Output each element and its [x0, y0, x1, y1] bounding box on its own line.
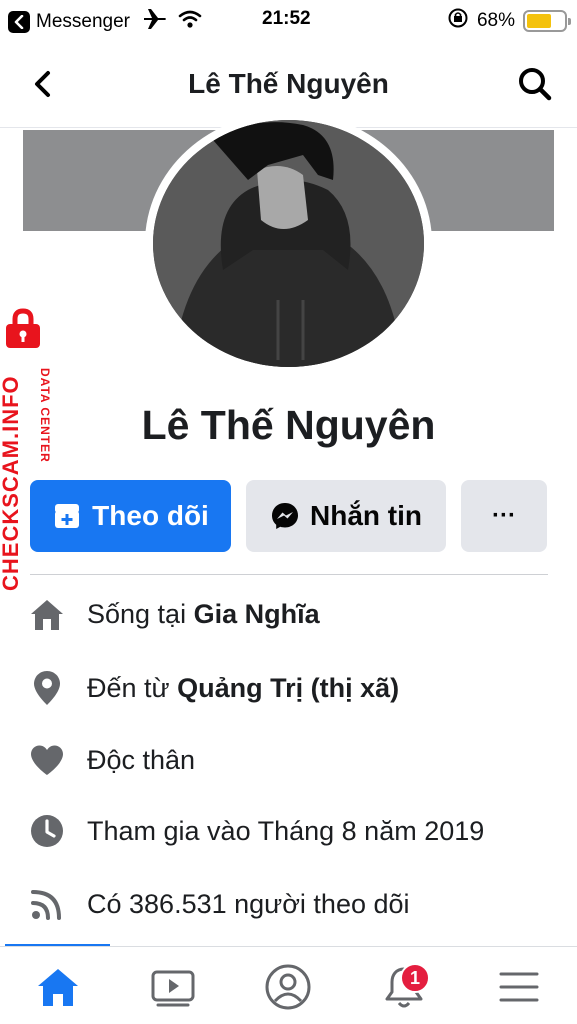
info-from-text: Đến từ Quảng Trị (thị xã) [87, 673, 399, 704]
info-joined: Tham gia vào Tháng 8 năm 2019 [28, 809, 568, 853]
watermark-main: CHECKSCAM.INFO [0, 375, 23, 591]
location-pin-icon [28, 669, 66, 707]
back-app-icon [8, 11, 30, 33]
video-tab-icon [151, 970, 195, 1007]
profile-name: Lê Thế Nguyên [141, 402, 436, 448]
avatar-illustration [153, 120, 424, 367]
divider [30, 574, 548, 575]
back-app-label: Messenger [36, 11, 130, 32]
more-icon: ··· [492, 502, 516, 529]
back-to-app[interactable]: Messenger [8, 8, 202, 36]
battery-level [527, 14, 552, 28]
follow-label: Theo dõi [92, 500, 209, 531]
info-followers: Có 386.531 người theo dõi [28, 882, 568, 926]
status-bar: Messenger 21:52 68% [0, 0, 577, 40]
info-relationship-text: Độc thân [87, 744, 196, 775]
messenger-icon [272, 503, 298, 529]
more-button[interactable]: ··· [461, 480, 547, 552]
info-lives-in: Sống tại Gia Nghĩa [28, 592, 568, 636]
from-prefix: Đến từ [87, 672, 178, 703]
follow-button[interactable]: Theo dõi [30, 480, 231, 552]
info-lives-in-text: Sống tại Gia Nghĩa [87, 599, 320, 630]
tab-bar: 1 [0, 946, 577, 1024]
tab-home[interactable] [28, 957, 88, 1017]
search-icon [519, 68, 552, 101]
notification-badge: 1 [400, 963, 430, 993]
home-icon [28, 595, 66, 633]
message-button[interactable]: Nhắn tin [246, 480, 446, 552]
lives-value: Gia Nghĩa [193, 598, 320, 629]
airplane-icon [142, 8, 168, 36]
lock-icon [6, 308, 40, 348]
heart-icon [28, 741, 66, 779]
home-tab-icon [38, 969, 78, 1006]
clock-icon [28, 812, 66, 850]
profile-tab-icon [265, 964, 311, 1010]
profile-picture[interactable] [153, 120, 424, 367]
battery-icon [523, 10, 571, 32]
info-relationship: Độc thân [28, 738, 568, 782]
wifi-icon [178, 10, 202, 34]
tab-watch[interactable] [143, 957, 203, 1017]
watermark: CHECKSCAM.INFO DATA CENTER [0, 308, 62, 598]
message-label: Nhắn tin [310, 500, 422, 531]
search-button[interactable] [515, 64, 555, 104]
status-right: 68% [447, 7, 571, 35]
battery-percent: 68% [476, 10, 515, 31]
tab-menu[interactable] [489, 957, 549, 1017]
rss-icon [28, 885, 66, 923]
menu-icon [499, 972, 539, 1002]
status-time: 21:52 [262, 8, 311, 29]
from-value: Quảng Trị (thị xã) [177, 672, 400, 703]
info-from: Đến từ Quảng Trị (thị xã) [28, 666, 568, 710]
watermark-sub: DATA CENTER [38, 368, 52, 463]
info-followers-text: Có 386.531 người theo dõi [87, 888, 410, 919]
rotation-lock-icon [447, 7, 469, 35]
tab-profile[interactable] [258, 957, 318, 1017]
tab-notifications[interactable]: 1 [374, 957, 434, 1017]
info-joined-text: Tham gia vào Tháng 8 năm 2019 [87, 815, 485, 846]
lives-prefix: Sống tại [87, 598, 194, 629]
page-title: Lê Thế Nguyên [188, 68, 389, 99]
follow-icon [55, 504, 80, 528]
